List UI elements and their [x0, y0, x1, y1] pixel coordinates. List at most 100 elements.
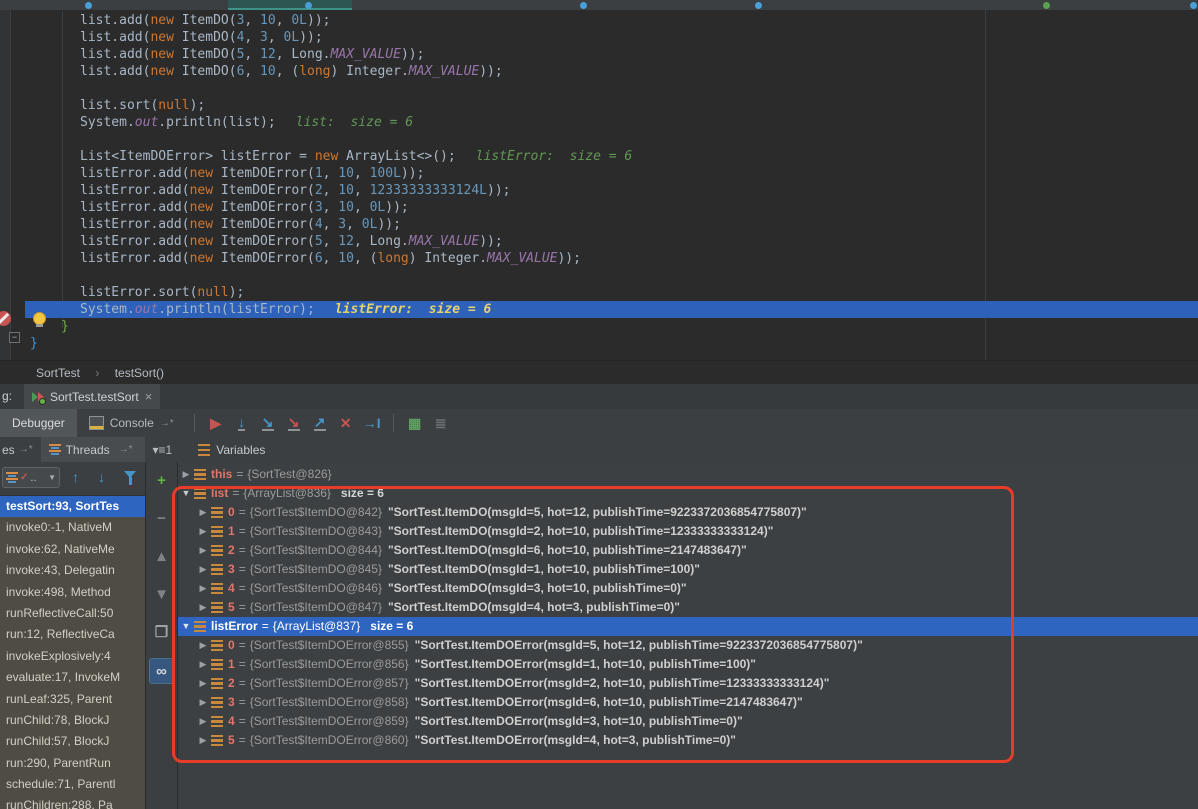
- variable-row[interactable]: ▶1={SortTest$ItemDOError@856}"SortTest.I…: [178, 655, 1198, 674]
- variable-row[interactable]: ▶5={SortTest$ItemDOError@860}"SortTest.I…: [178, 731, 1198, 750]
- frame-row[interactable]: runChild:78, BlockJ: [0, 710, 145, 731]
- variable-row[interactable]: ▶3={SortTest$ItemDO@845}"SortTest.ItemDO…: [178, 560, 1198, 579]
- tab-threads[interactable]: Threads →*: [41, 437, 145, 462]
- code-token: ));: [479, 234, 502, 249]
- value-node-icon: [211, 526, 223, 537]
- code-line[interactable]: listError.add(new ItemDOError(5, 12, Lon…: [25, 233, 1198, 250]
- variable-row[interactable]: ▶5={SortTest$ItemDO@847}"SortTest.ItemDO…: [178, 598, 1198, 617]
- variable-row[interactable]: ▶1={SortTest$ItemDO@843}"SortTest.ItemDO…: [178, 522, 1198, 541]
- intention-bulb-icon[interactable]: [33, 312, 46, 325]
- frame-row[interactable]: runReflectiveCall:50: [0, 603, 145, 624]
- frame-row[interactable]: schedule:71, Parentl: [0, 774, 145, 795]
- frame-row[interactable]: runChild:57, BlockJ: [0, 731, 145, 752]
- show-watches-icon[interactable]: ∞: [149, 658, 175, 684]
- collapsed-arrow-icon[interactable]: ▶: [197, 636, 209, 655]
- show-execution-point-icon[interactable]: ▶: [203, 412, 229, 434]
- debug-session-tab[interactable]: SortTest.testSort ×: [24, 384, 160, 409]
- tab-debugger[interactable]: Debugger: [0, 409, 77, 437]
- variable-row[interactable]: ▶4={SortTest$ItemDO@846}"SortTest.ItemDO…: [178, 579, 1198, 598]
- variable-row[interactable]: ▶3={SortTest$ItemDOError@858}"SortTest.I…: [178, 693, 1198, 712]
- variable-row[interactable]: ▶2={SortTest$ItemDO@844}"SortTest.ItemDO…: [178, 541, 1198, 560]
- frame-row[interactable]: run:290, ParentRun: [0, 753, 145, 774]
- selected-editor-tab[interactable]: [228, 0, 352, 10]
- expanded-arrow-icon[interactable]: ▼: [180, 617, 192, 636]
- previous-frame-button[interactable]: ↑: [72, 469, 79, 485]
- view-as-list-dropdown[interactable]: ▾≡1: [153, 443, 173, 457]
- collapsed-arrow-icon[interactable]: ▶: [197, 522, 209, 541]
- collapsed-arrow-icon[interactable]: ▶: [197, 598, 209, 617]
- code-line[interactable]: list.sort(null);: [25, 97, 1198, 114]
- code-line[interactable]: [25, 80, 1198, 97]
- next-frame-button[interactable]: ↓: [98, 469, 105, 485]
- code-line[interactable]: }: [25, 335, 1198, 352]
- code-line[interactable]: List<ItemDOError> listError = new ArrayL…: [25, 148, 1198, 165]
- code-line[interactable]: list.add(new ItemDO(5, 12, Long.MAX_VALU…: [25, 46, 1198, 63]
- code-line[interactable]: list.add(new ItemDO(6, 10, (long) Intege…: [25, 63, 1198, 80]
- remove-watch-icon[interactable]: −: [150, 506, 174, 530]
- evaluate-expression-icon[interactable]: ▦: [402, 412, 428, 434]
- close-icon[interactable]: ×: [145, 389, 153, 404]
- breadcrumb-class[interactable]: SortTest: [36, 366, 80, 380]
- new-watch-icon[interactable]: +: [150, 468, 174, 492]
- collapsed-arrow-icon[interactable]: ▶: [197, 674, 209, 693]
- thread-selector-combo[interactable]: ✓ .. ▼: [2, 467, 60, 488]
- move-watch-up-icon[interactable]: ▲: [150, 544, 174, 568]
- code-line[interactable]: }: [25, 318, 1198, 335]
- collapsed-arrow-icon[interactable]: ▶: [180, 465, 192, 484]
- code-line[interactable]: listError.add(new ItemDOError(1, 10, 100…: [25, 165, 1198, 182]
- collapsed-arrow-icon[interactable]: ▶: [197, 541, 209, 560]
- expanded-arrow-icon[interactable]: ▼: [180, 484, 192, 503]
- hide-library-frames-filter-icon[interactable]: [124, 471, 136, 478]
- run-to-cursor-icon[interactable]: →I: [359, 412, 385, 434]
- frame-row[interactable]: invoke:62, NativeMe: [0, 539, 145, 560]
- breadcrumb-method[interactable]: testSort(): [115, 366, 164, 380]
- code-line[interactable]: listError.add(new ItemDOError(4, 3, 0L))…: [25, 216, 1198, 233]
- collapsed-arrow-icon[interactable]: ▶: [197, 503, 209, 522]
- code-line[interactable]: listError.add(new ItemDOError(3, 10, 0L)…: [25, 199, 1198, 216]
- step-over-icon[interactable]: ↓: [229, 412, 255, 434]
- collapsed-arrow-icon[interactable]: ▶: [197, 579, 209, 598]
- frame-row[interactable]: invoke:498, Method: [0, 582, 145, 603]
- force-step-into-icon[interactable]: ↘: [281, 412, 307, 434]
- duplicate-icon[interactable]: ❐: [150, 620, 174, 644]
- frame-row[interactable]: invoke:43, Delegatin: [0, 560, 145, 581]
- code-line[interactable]: [25, 267, 1198, 284]
- current-execution-line[interactable]: System.out.println(listError);listError:…: [25, 301, 1198, 318]
- step-into-icon[interactable]: ↘: [255, 412, 281, 434]
- stream-trace-icon[interactable]: ≣: [428, 412, 454, 434]
- variable-row[interactable]: ▶4={SortTest$ItemDOError@859}"SortTest.I…: [178, 712, 1198, 731]
- frame-row[interactable]: runChildren:288, Pa: [0, 795, 145, 809]
- frame-row[interactable]: invoke0:-1, NativeM: [0, 517, 145, 538]
- variable-row[interactable]: ▶0={SortTest$ItemDOError@855}"SortTest.I…: [178, 636, 1198, 655]
- collapsed-arrow-icon[interactable]: ▶: [197, 693, 209, 712]
- code-line[interactable]: System.out.println(list);list: size = 6: [25, 114, 1198, 131]
- code-fold-icon[interactable]: −: [9, 332, 20, 343]
- frame-row[interactable]: runLeaf:325, Parent: [0, 689, 145, 710]
- variable-row[interactable]: ▶2={SortTest$ItemDOError@857}"SortTest.I…: [178, 674, 1198, 693]
- step-out-icon[interactable]: ↗: [307, 412, 333, 434]
- code-line[interactable]: listError.add(new ItemDOError(6, 10, (lo…: [25, 250, 1198, 267]
- collapsed-arrow-icon[interactable]: ▶: [197, 731, 209, 750]
- code-line[interactable]: list.add(new ItemDO(4, 3, 0L));: [25, 29, 1198, 46]
- frame-row[interactable]: evaluate:17, InvokeM: [0, 667, 145, 688]
- code-editor[interactable]: list.add(new ItemDO(3, 10, 0L));list.add…: [0, 10, 1198, 360]
- move-watch-down-icon[interactable]: ▼: [150, 582, 174, 606]
- collapsed-arrow-icon[interactable]: ▶: [197, 655, 209, 674]
- code-line[interactable]: listError.sort(null);: [25, 284, 1198, 301]
- frames-tab-label[interactable]: es: [2, 443, 15, 457]
- variable-row[interactable]: ▼list={ArrayList@836}size = 6: [178, 484, 1198, 503]
- variable-row[interactable]: ▼listError={ArrayList@837}size = 6: [178, 617, 1198, 636]
- collapsed-arrow-icon[interactable]: ▶: [197, 712, 209, 731]
- frame-row[interactable]: invokeExplosively:4: [0, 646, 145, 667]
- frame-row[interactable]: run:12, ReflectiveCa: [0, 624, 145, 645]
- collapsed-arrow-icon[interactable]: ▶: [197, 560, 209, 579]
- tab-console[interactable]: Console →*: [77, 409, 186, 437]
- frame-row[interactable]: testSort:93, SortTes: [0, 496, 145, 517]
- code-token: new: [150, 64, 173, 79]
- code-line[interactable]: [25, 131, 1198, 148]
- code-line[interactable]: list.add(new ItemDO(3, 10, 0L));: [25, 12, 1198, 29]
- variable-row[interactable]: ▶0={SortTest$ItemDO@842}"SortTest.ItemDO…: [178, 503, 1198, 522]
- drop-frame-icon[interactable]: ✕: [333, 412, 359, 434]
- code-line[interactable]: listError.add(new ItemDOError(2, 10, 123…: [25, 182, 1198, 199]
- variable-row[interactable]: ▶this={SortTest@826}: [178, 465, 1198, 484]
